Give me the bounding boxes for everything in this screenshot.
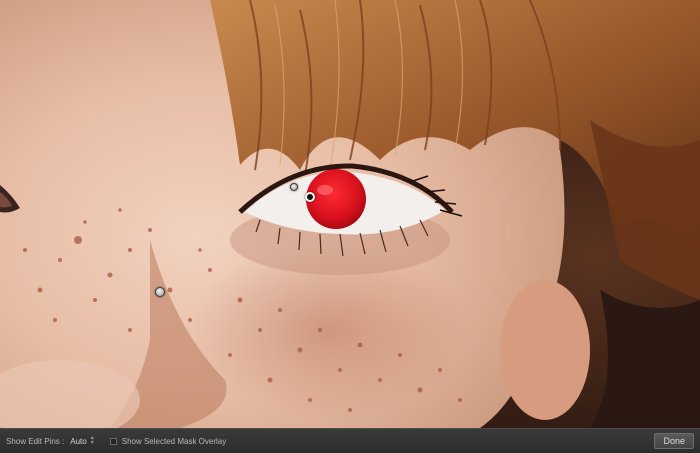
bottom-toolbar: Show Edit Pins : Auto ▴ ▾ Show Selected M… — [0, 428, 700, 453]
edit-pin-cheek[interactable] — [155, 287, 165, 297]
done-button[interactable]: Done — [654, 433, 694, 449]
mask-overlay-checkbox[interactable] — [109, 437, 117, 445]
edit-pin-eye-highlight[interactable] — [290, 183, 298, 191]
edit-pin-selected[interactable] — [305, 192, 315, 202]
show-edit-pins-value: Auto — [70, 436, 87, 446]
select-arrows-icon: ▴ ▾ — [90, 435, 94, 446]
mask-overlay-label: Show Selected Mask Overlay — [121, 436, 227, 446]
face-photo — [0, 0, 700, 428]
photo-canvas[interactable] — [0, 0, 700, 428]
show-edit-pins-select[interactable]: Auto ▴ ▾ — [70, 435, 94, 446]
show-edit-pins-label: Show Edit Pins : — [6, 436, 65, 446]
